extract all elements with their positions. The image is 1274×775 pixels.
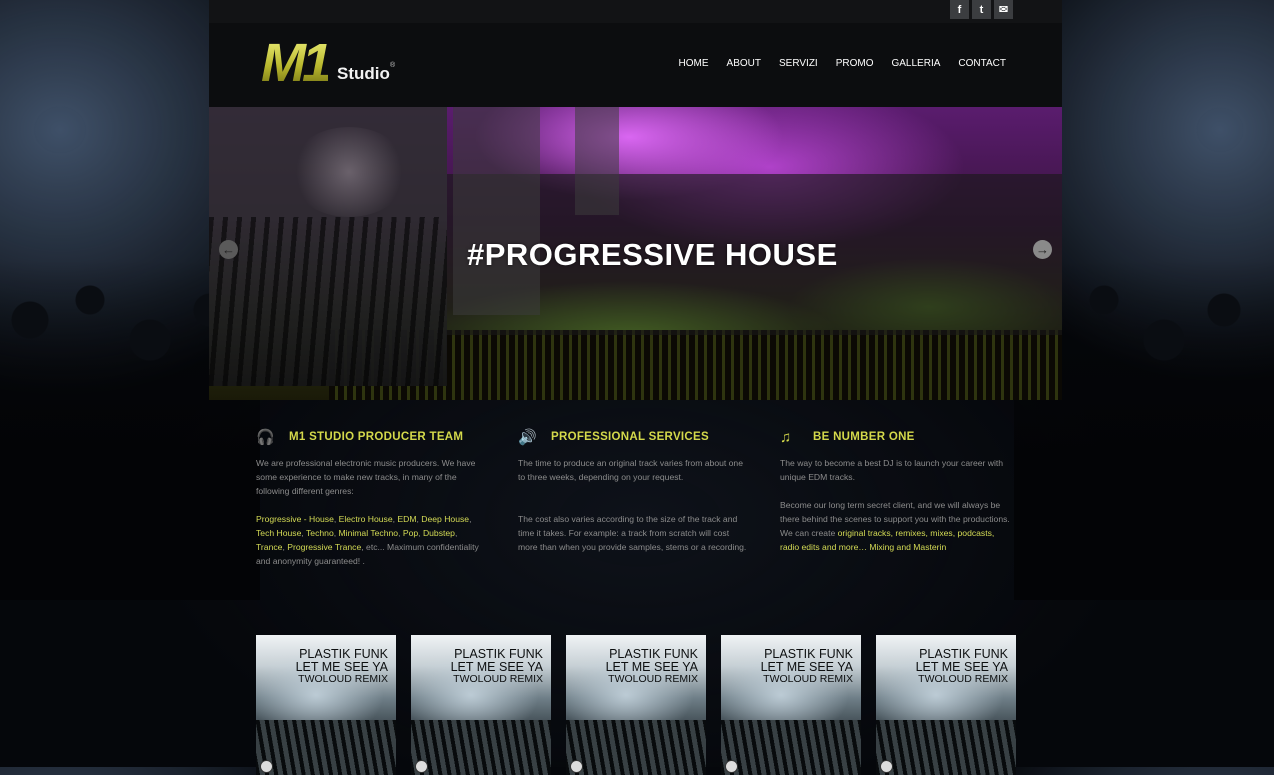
cover-track: LET ME SEE YA (450, 659, 543, 674)
cover-artist: PLASTIK FUNK (454, 647, 543, 661)
release-cover[interactable]: PLASTIK FUNK LET ME SEE YA TWOLOUD REMIX (256, 635, 396, 775)
speaker-icon: 🔊 (518, 429, 537, 446)
cover-remix: TWOLOUD REMIX (763, 673, 853, 685)
cover-remix: TWOLOUD REMIX (453, 673, 543, 685)
cover-artist: PLASTIK FUNK (299, 647, 388, 661)
release-covers: PLASTIK FUNK LET ME SEE YA TWOLOUD REMIX… (256, 635, 1016, 775)
hero-slider: #PROGRESSIVE HOUSE ← → (209, 107, 1062, 400)
twitter-icon[interactable]: t (972, 0, 991, 19)
release-cover[interactable]: PLASTIK FUNK LET ME SEE YA TWOLOUD REMIX (876, 635, 1016, 775)
logo-wordmark: Studio (337, 64, 390, 83)
slide-tile (575, 107, 619, 215)
feature-paragraph: The way to become a best DJ is to launch… (780, 458, 1004, 482)
nav-galleria[interactable]: GALLERIA (891, 58, 940, 69)
genre-link[interactable]: Techno (306, 528, 334, 538)
feature-paragraph: We are professional electronic music pro… (256, 458, 476, 496)
social-bar: f t ✉ (209, 0, 1062, 23)
cover-track: LET ME SEE YA (295, 659, 388, 674)
facebook-icon[interactable]: f (950, 0, 969, 19)
genre-link[interactable]: Progressive Trance (287, 542, 361, 552)
release-cover[interactable]: PLASTIK FUNK LET ME SEE YA TWOLOUD REMIX (721, 635, 861, 775)
feature-professional-services: 🔊 PROFESSIONAL SERVICES The time to prod… (518, 426, 748, 568)
logo[interactable]: M1 Studio ® (261, 36, 401, 91)
cover-artist: PLASTIK FUNK (764, 647, 853, 661)
feature-title: PROFESSIONAL SERVICES (551, 431, 709, 443)
nav-home[interactable]: HOME (679, 58, 709, 69)
feature-body: The way to become a best DJ is to launch… (780, 456, 1010, 554)
nav-contact[interactable]: CONTACT (958, 58, 1006, 69)
mail-icon[interactable]: ✉ (994, 0, 1013, 19)
release-cover[interactable]: PLASTIK FUNK LET ME SEE YA TWOLOUD REMIX (566, 635, 706, 775)
cover-remix: TWOLOUD REMIX (918, 673, 1008, 685)
genre-link[interactable]: Trance (256, 542, 282, 552)
feature-body: The time to produce an original track va… (518, 456, 748, 554)
slide-overlay-panel (209, 107, 447, 386)
feature-title: M1 STUDIO PRODUCER TEAM (289, 431, 464, 443)
feature-paragraph: The cost also varies according to the si… (518, 514, 747, 552)
logo-mark: M1 (261, 33, 332, 93)
cover-artist: PLASTIK FUNK (919, 647, 1008, 661)
feature-genres-paragraph: Progressive - House, Electro House, EDM,… (256, 514, 479, 566)
social-icons: f t ✉ (950, 0, 1013, 19)
genre-link[interactable]: EDM (397, 514, 416, 524)
release-cover[interactable]: PLASTIK FUNK LET ME SEE YA TWOLOUD REMIX (411, 635, 551, 775)
feature-paragraph: Become our long term secret client, and … (780, 498, 1010, 554)
site-header: M1 Studio ® HOME ABOUT SERVIZI PROMO GAL… (209, 23, 1062, 107)
nav-servizi[interactable]: SERVIZI (779, 58, 818, 69)
cover-remix: TWOLOUD REMIX (608, 673, 698, 685)
slider-prev-arrow-icon[interactable]: ← (219, 240, 238, 259)
feature-be-number-one: ♫ BE NUMBER ONE The way to become a best… (780, 426, 1010, 568)
music-note-icon: ♫ (780, 428, 792, 446)
cover-track: LET ME SEE YA (605, 659, 698, 674)
feature-title: BE NUMBER ONE (813, 431, 915, 443)
genre-link[interactable]: Deep House (421, 514, 469, 524)
main-nav: HOME ABOUT SERVIZI PROMO GALLERIA CONTAC… (679, 58, 1006, 69)
feature-producer-team: 🎧 M1 STUDIO PRODUCER TEAM We are profess… (256, 426, 486, 582)
slide-tile (453, 107, 540, 315)
nav-promo[interactable]: PROMO (836, 58, 874, 69)
genre-link[interactable]: Electro House (339, 514, 393, 524)
cover-artist: PLASTIK FUNK (609, 647, 698, 661)
genre-link[interactable]: Minimal Techno (339, 528, 399, 538)
genre-link[interactable]: Progressive - House (256, 514, 334, 524)
slide-title: #PROGRESSIVE HOUSE (467, 237, 838, 272)
cover-remix: TWOLOUD REMIX (298, 673, 388, 685)
genre-link[interactable]: Tech House (256, 528, 301, 538)
genre-link[interactable]: Dubstep (423, 528, 455, 538)
genre-link[interactable]: Pop (403, 528, 418, 538)
cover-track: LET ME SEE YA (915, 659, 1008, 674)
feature-body: We are professional electronic music pro… (256, 456, 486, 568)
nav-about[interactable]: ABOUT (727, 58, 761, 69)
features-section: 🎧 M1 STUDIO PRODUCER TEAM We are profess… (256, 426, 1036, 586)
headphones-icon: 🎧 (256, 429, 275, 446)
feature-paragraph: The time to produce an original track va… (518, 458, 743, 482)
cover-track: LET ME SEE YA (760, 659, 853, 674)
logo-registered-mark: ® (390, 62, 396, 69)
slider-next-arrow-icon[interactable]: → (1033, 240, 1052, 259)
